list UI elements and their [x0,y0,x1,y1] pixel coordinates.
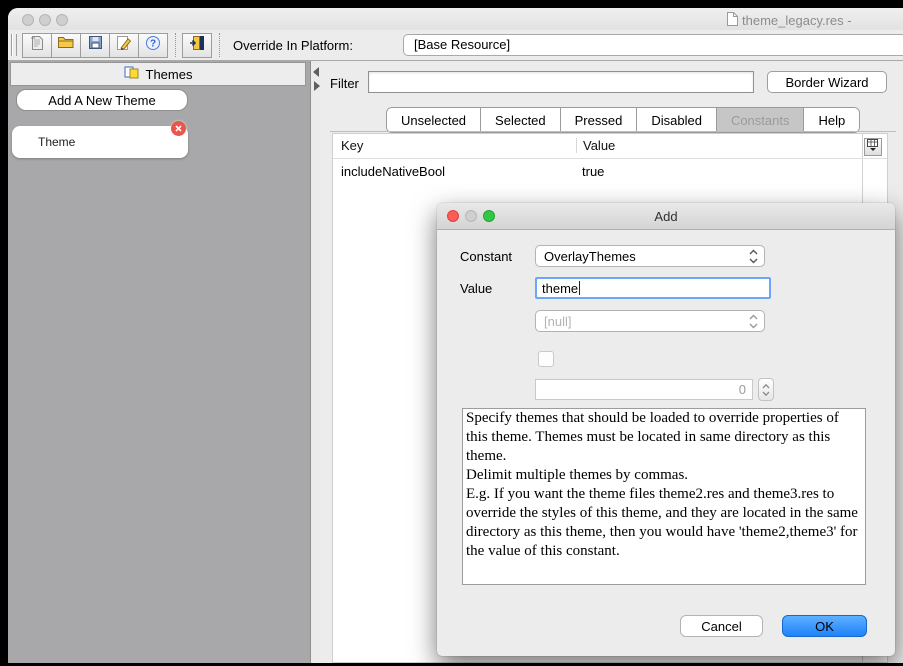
number-stepper [758,378,774,401]
open-resource-button[interactable] [51,33,81,58]
tab-constants[interactable]: Constants [716,108,804,132]
column-header-value[interactable]: Value [576,138,615,153]
window-title: theme_legacy.res - [726,11,903,29]
toolbar: ? Override In Platform: [Base Resource] [8,30,903,61]
save-icon [88,35,103,55]
tab-help[interactable]: Help [803,108,859,132]
help-icon: ? [145,35,161,56]
exit-button[interactable] [182,33,212,58]
tab-unselected[interactable]: Unselected [387,108,480,132]
chevron-up-down-icon [749,314,758,332]
themes-header: Themes [10,62,306,86]
new-resource-icon [30,35,45,56]
cancel-button[interactable]: Cancel [680,615,763,637]
toolbar-drag-handle[interactable] [11,34,17,56]
theme-list-item[interactable]: Theme [12,126,188,158]
add-new-theme-button[interactable]: Add A New Theme [16,89,188,111]
null-select: [null] [535,310,765,332]
window-titlebar[interactable]: theme_legacy.res - [8,8,903,30]
filter-label: Filter [330,76,359,91]
edit-button[interactable] [109,33,139,58]
column-header-key[interactable]: Key [341,138,363,153]
open-resource-icon [57,35,75,55]
exit-icon [189,35,205,56]
constant-label: Constant [460,249,512,264]
themes-header-label: Themes [146,67,193,82]
tab-selected[interactable]: Selected [480,108,560,132]
chevron-up-down-icon [749,249,758,267]
column-chooser-icon [867,138,879,156]
override-platform-label: Override In Platform: [233,38,353,53]
dialog-title: Add [437,209,895,224]
cell-value: true [582,164,604,179]
style-tabs: Unselected Selected Pressed Disabled Con… [386,107,860,133]
collapse-left-icon[interactable] [313,67,319,77]
themes-icon [124,66,140,83]
save-resource-button[interactable] [80,33,110,58]
delete-theme-icon[interactable] [171,121,186,136]
zoom-window-icon[interactable] [56,14,68,26]
toolbar-separator-2 [219,33,220,57]
text-cursor [579,281,580,295]
tab-pressed[interactable]: Pressed [560,108,637,132]
help-button[interactable]: ? [138,33,168,58]
filter-input[interactable] [368,71,754,93]
tab-panel-border [330,131,896,132]
table-header: Key Value [333,134,887,159]
themes-sidebar: Themes Add A New Theme Theme [8,61,310,663]
number-input: 0 [535,379,753,400]
document-icon [726,12,738,29]
tab-disabled[interactable]: Disabled [636,108,716,132]
minimize-window-icon[interactable] [39,14,51,26]
constant-select[interactable]: OverlayThemes [535,245,765,267]
toolbar-button-group: ? [23,33,168,58]
value-label: Value [460,281,492,296]
column-chooser-button[interactable] [864,138,882,156]
table-row[interactable]: includeNativeBool true [333,158,887,184]
collapse-right-icon[interactable] [314,81,320,91]
svg-text:?: ? [150,38,156,49]
add-constant-dialog: Add Constant OverlayThemes Value theme [… [437,203,895,656]
toolbar-separator [175,33,176,57]
value-input[interactable]: theme [535,277,771,299]
cell-key: includeNativeBool [341,164,445,179]
boolean-checkbox [538,351,554,367]
dialog-titlebar[interactable]: Add [437,203,895,230]
platform-select[interactable]: [Base Resource] [403,34,903,56]
close-window-icon[interactable] [22,14,34,26]
split-divider[interactable] [310,61,321,663]
new-resource-button[interactable] [22,33,52,58]
constant-description[interactable]: Specify themes that should be loaded to … [462,408,866,585]
edit-icon [116,35,132,56]
border-wizard-button[interactable]: Border Wizard [767,71,887,93]
ok-button[interactable]: OK [782,615,867,637]
